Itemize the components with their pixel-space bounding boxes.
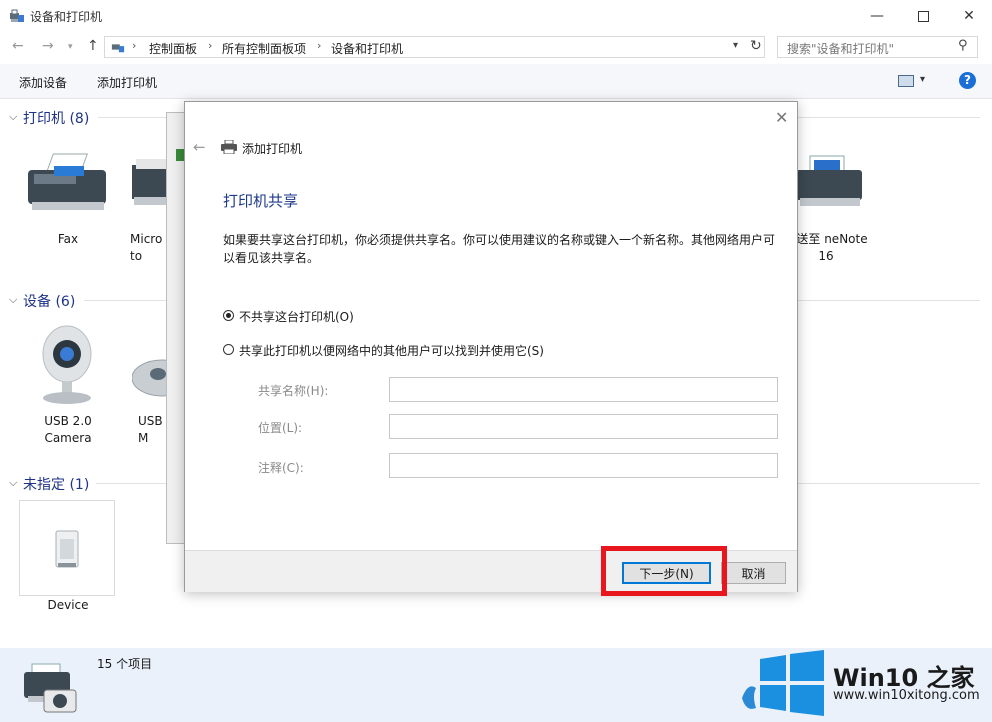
- radio-no-share[interactable]: [223, 310, 234, 321]
- up-arrow-icon: ↑: [87, 38, 99, 54]
- highlight-box: [601, 546, 727, 596]
- dialog-heading: 打印机共享: [223, 192, 299, 210]
- group-title-devices[interactable]: 设备 (6): [23, 291, 75, 311]
- location-input[interactable]: [389, 414, 778, 439]
- device-tile-selected[interactable]: [19, 500, 115, 596]
- bird-logo-icon: [742, 686, 756, 709]
- printer-camera-icon: [24, 663, 77, 713]
- back-button[interactable]: ←: [12, 38, 24, 54]
- refresh-button[interactable]: ↻: [750, 38, 762, 54]
- add-device-button[interactable]: 添加设备: [19, 74, 67, 91]
- radio-share-label[interactable]: 共享此打印机以便网络中的其他用户可以找到并使用它(S): [239, 342, 544, 359]
- address-dropdown-button[interactable]: ▾: [733, 40, 738, 51]
- dialog-title: 添加打印机: [242, 142, 303, 156]
- title-bar: 设备和打印机 — ✕: [0, 0, 992, 32]
- collapse-printers-icon[interactable]: ⌵: [9, 110, 17, 124]
- cancel-button[interactable]: 取消: [721, 562, 786, 584]
- breadcrumb-devices-printers[interactable]: 设备和打印机: [331, 40, 403, 57]
- dialog-close-button[interactable]: ✕: [775, 108, 788, 127]
- collapse-devices-icon[interactable]: ⌵: [9, 293, 17, 307]
- share-name-input[interactable]: [389, 377, 778, 402]
- device-label-usb-camera: USB 2.0 Camera: [44, 414, 92, 445]
- chevron-down-icon: ▾: [68, 42, 73, 52]
- webcam-icon[interactable]: [38, 322, 96, 406]
- watermark-url: www.win10xitong.com: [833, 688, 980, 703]
- breadcrumb-separator: ›: [132, 39, 137, 52]
- comment-label: 注释(C):: [258, 461, 304, 475]
- add-printer-dialog: ✕ ← 添加打印机 打印机共享 如果要共享这台打印机，你必须提供共享名。你可以使…: [184, 101, 798, 592]
- breadcrumb-control-panel[interactable]: 控制面板: [149, 40, 197, 57]
- breadcrumb-separator: ›: [317, 39, 322, 52]
- refresh-icon: ↻: [750, 38, 762, 54]
- chevron-down-icon: ▾: [920, 74, 926, 85]
- devices-printers-icon: [10, 9, 24, 22]
- back-arrow-icon: ←: [193, 138, 206, 156]
- maximize-button[interactable]: [900, 0, 946, 32]
- close-button[interactable]: ✕: [946, 0, 992, 32]
- close-icon: ✕: [963, 8, 975, 24]
- windows-logo-icon: [760, 650, 824, 716]
- mouse-icon[interactable]: [132, 356, 168, 400]
- generic-device-icon: [55, 530, 79, 568]
- forward-arrow-icon: →: [42, 38, 54, 54]
- add-printer-button[interactable]: 添加打印机: [97, 74, 157, 91]
- device-label-usb-mouse: USB M: [138, 414, 163, 445]
- up-button[interactable]: ↑: [87, 38, 99, 54]
- dialog-description: 如果要共享这台打印机，你必须提供共享名。你可以使用建议的名称或键入一个新名称。其…: [223, 233, 776, 265]
- search-input[interactable]: 搜索"设备和打印机" ⚲: [777, 36, 978, 58]
- minimize-icon: —: [870, 8, 884, 24]
- chevron-down-icon: ▾: [733, 40, 739, 51]
- help-icon[interactable]: ?: [959, 72, 976, 89]
- device-label-microsoft-printer: Micro to: [130, 232, 163, 263]
- item-count: 15 个项目: [97, 657, 153, 671]
- address-bar[interactable]: › 控制面板 › 所有控制面板项 › 设备和打印机 ▾: [104, 36, 765, 58]
- maximize-icon: [917, 10, 929, 22]
- devices-printers-icon: [111, 44, 125, 53]
- forward-button[interactable]: →: [42, 38, 54, 54]
- back-arrow-icon: ←: [12, 38, 24, 54]
- breadcrumb-separator: ›: [208, 39, 213, 52]
- radio-no-share-label[interactable]: 不共享这台打印机(O): [239, 308, 354, 325]
- close-icon: ✕: [775, 108, 789, 127]
- breadcrumb-all-items[interactable]: 所有控制面板项: [222, 40, 306, 57]
- location-label: 位置(L):: [258, 421, 303, 435]
- radio-share[interactable]: [223, 344, 234, 355]
- command-bar: 添加设备 添加打印机 ▾ ?: [0, 64, 992, 99]
- share-name-label: 共享名称(H):: [258, 384, 329, 398]
- group-title-printers[interactable]: 打印机 (8): [23, 108, 89, 128]
- onenote-printer-icon[interactable]: [796, 152, 864, 210]
- view-options-icon[interactable]: [898, 75, 914, 87]
- collapse-unspecified-icon[interactable]: ⌵: [9, 476, 17, 490]
- device-label-fax: Fax: [57, 232, 79, 246]
- group-title-unspecified[interactable]: 未指定 (1): [23, 474, 89, 494]
- printer-icon: [221, 140, 237, 154]
- search-placeholder: 搜索"设备和打印机": [787, 42, 895, 56]
- fax-icon[interactable]: [24, 152, 110, 214]
- minimize-button[interactable]: —: [854, 0, 900, 32]
- dialog-back-button[interactable]: ←: [193, 138, 206, 156]
- recent-locations-button[interactable]: ▾: [68, 42, 73, 52]
- device-label-device: Device: [47, 598, 89, 612]
- view-options-dropdown[interactable]: ▾: [920, 74, 925, 85]
- window-title: 设备和打印机: [30, 10, 103, 24]
- search-icon: ⚲: [958, 38, 968, 53]
- comment-input[interactable]: [389, 453, 778, 478]
